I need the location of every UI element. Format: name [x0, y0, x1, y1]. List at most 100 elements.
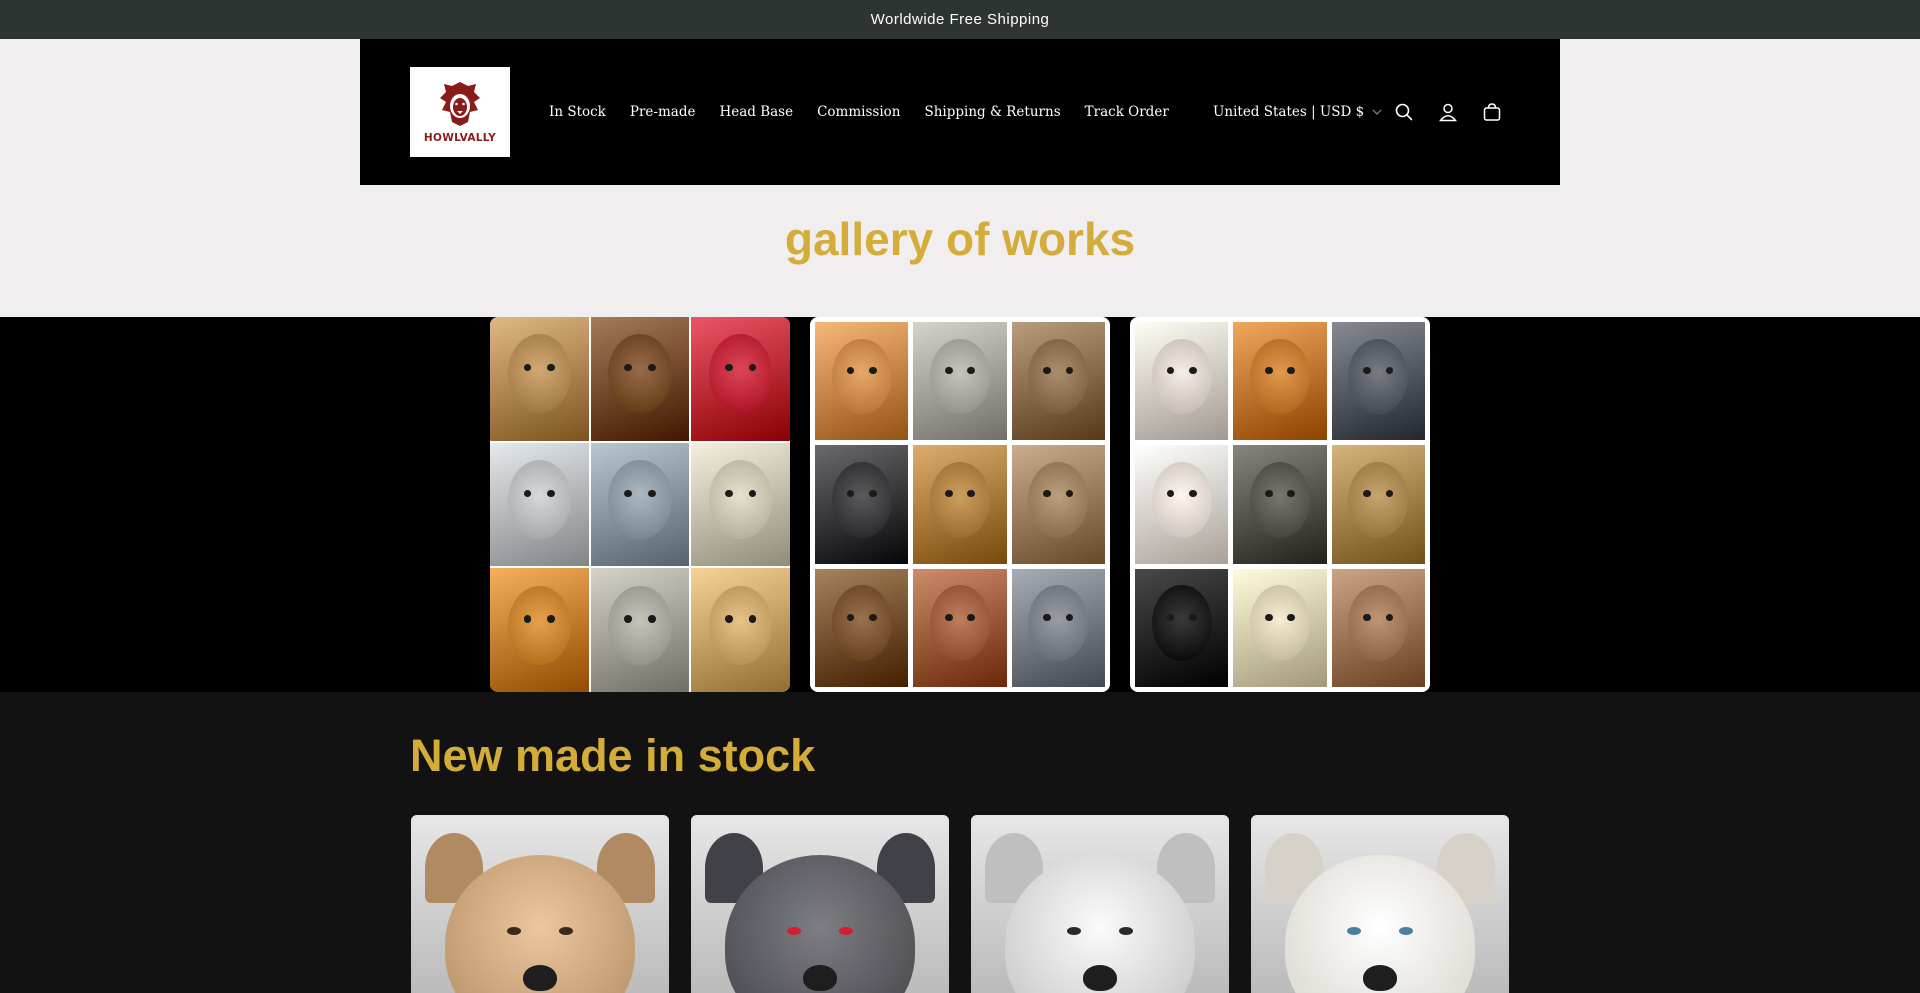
- mask-face: [608, 585, 672, 665]
- gallery-photo: [691, 317, 790, 441]
- gallery-collage[interactable]: [810, 317, 1110, 692]
- lion-logo-icon: [440, 82, 480, 126]
- mask-face: [709, 334, 773, 414]
- product-card[interactable]: [971, 815, 1229, 993]
- gallery-photo: [913, 445, 1007, 564]
- mask-eye: [1265, 613, 1273, 621]
- product-card[interactable]: [1251, 815, 1509, 993]
- gallery-photo: [691, 568, 790, 692]
- mask-eye: [839, 927, 853, 935]
- mask-eye: [1265, 490, 1273, 498]
- gallery-photo: [815, 445, 909, 564]
- gallery-collage[interactable]: [1130, 317, 1430, 692]
- mask-eye: [1067, 927, 1081, 935]
- mask-eye: [1287, 613, 1295, 621]
- mask-face: [930, 461, 990, 538]
- product-card[interactable]: [411, 815, 669, 993]
- search-icon[interactable]: [1391, 99, 1417, 125]
- gallery-photo: [815, 322, 909, 441]
- cart-icon[interactable]: [1479, 99, 1505, 125]
- mask-eye: [624, 615, 633, 623]
- mask-face: [831, 461, 892, 538]
- mask-face: [507, 459, 571, 540]
- country-currency-selector[interactable]: United States | USD $: [1213, 39, 1382, 185]
- mask-face: [709, 585, 773, 665]
- mask-eye: [1189, 613, 1197, 621]
- mask-eye: [1347, 927, 1361, 935]
- mask-eye: [624, 489, 633, 498]
- mask-eye: [1119, 927, 1133, 935]
- mask-nose: [1363, 965, 1397, 991]
- mask-face: [608, 334, 672, 414]
- mask-eye: [647, 615, 656, 623]
- mask-face: [1151, 461, 1212, 538]
- mask-face: [1348, 338, 1409, 415]
- mask-eye: [945, 366, 953, 375]
- mask-eye: [547, 489, 556, 498]
- mask-eye: [869, 366, 877, 375]
- account-icon[interactable]: [1435, 99, 1461, 125]
- nav-pre-made[interactable]: Pre-made: [630, 104, 696, 120]
- site-header: HOWLVALLY In Stock Pre-made Head Base Co…: [360, 39, 1560, 185]
- mask-eye: [945, 490, 953, 498]
- gallery-photo: [1135, 322, 1229, 441]
- mask-eye: [967, 366, 975, 375]
- gallery-photo: [1331, 445, 1425, 564]
- mask-eye: [724, 615, 733, 623]
- gallery-photo: [1135, 568, 1229, 687]
- mask-eye: [523, 615, 532, 623]
- mask-nose: [803, 965, 837, 991]
- gallery-title: gallery of works: [784, 213, 1136, 265]
- mask-eye: [559, 927, 573, 935]
- gallery-photo: [913, 568, 1007, 687]
- new-in-stock-section: New made in stock: [0, 692, 1920, 993]
- nav-commission[interactable]: Commission: [817, 104, 900, 120]
- mask-eye: [1385, 613, 1394, 621]
- mask-eye: [1399, 927, 1413, 935]
- gallery-photo: [590, 568, 690, 692]
- mask-eye: [547, 615, 556, 623]
- mask-eye: [1189, 366, 1197, 375]
- mask-eye: [748, 615, 757, 623]
- gallery-collage[interactable]: [490, 317, 790, 692]
- mask-face: [608, 459, 672, 540]
- mask-face: [1348, 461, 1409, 538]
- mask-eye: [1166, 613, 1175, 621]
- mask-eye: [1363, 613, 1371, 621]
- announcement-bar: Worldwide Free Shipping: [0, 0, 1920, 39]
- chevron-down-icon: [1372, 109, 1382, 115]
- announcement-text: Worldwide Free Shipping: [870, 11, 1050, 28]
- mask-face: [1028, 585, 1089, 661]
- mask-eye: [1189, 490, 1197, 498]
- logo[interactable]: HOWLVALLY: [410, 67, 510, 157]
- nav-shipping-returns[interactable]: Shipping & Returns: [924, 104, 1060, 120]
- gallery-photo: [1135, 445, 1229, 564]
- gallery-photo: [590, 317, 690, 441]
- mask-face: [930, 585, 990, 661]
- nav-track-order[interactable]: Track Order: [1085, 104, 1169, 120]
- nav-in-stock[interactable]: In Stock: [549, 104, 606, 120]
- mask-eye: [869, 490, 877, 498]
- nav-head-base[interactable]: Head Base: [719, 104, 793, 120]
- mask-eye: [967, 613, 975, 621]
- mask-face: [1028, 338, 1089, 415]
- mask-eye: [724, 489, 733, 498]
- mask-face: [1250, 461, 1310, 538]
- gallery-photo: [1331, 322, 1425, 441]
- gallery-photo: [1233, 445, 1327, 564]
- gallery-photo: [590, 442, 690, 567]
- gallery-photo: [913, 322, 1007, 441]
- mask-eye: [869, 613, 877, 621]
- mask-face: [1028, 461, 1089, 538]
- mask-nose: [523, 965, 557, 991]
- mask-nose: [1083, 965, 1117, 991]
- mask-face: [1151, 585, 1212, 661]
- product-card[interactable]: [691, 815, 949, 993]
- gallery-photo: [815, 568, 909, 687]
- mask-face: [831, 585, 892, 661]
- mask-face: [1250, 585, 1310, 661]
- mask-face: [1348, 585, 1409, 661]
- mask-eye: [1363, 366, 1371, 375]
- mask-eye: [846, 613, 855, 621]
- gallery-band: [0, 317, 1920, 692]
